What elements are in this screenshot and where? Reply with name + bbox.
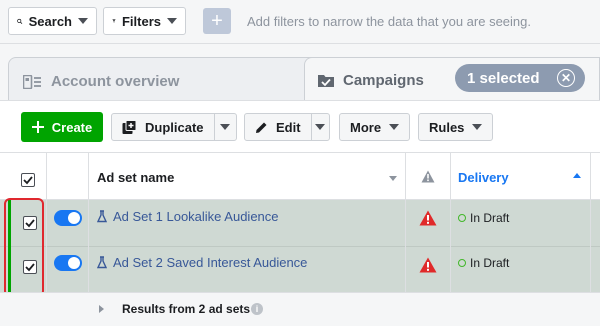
chevron-down-icon (220, 124, 231, 130)
table-row[interactable]: Ad Set 2 Saved Interest Audience In Draf… (0, 247, 600, 293)
tab-account-overview[interactable]: Account overview (8, 57, 326, 105)
column-divider (450, 152, 451, 292)
chevron-down-icon (472, 124, 483, 130)
expand-caret-icon[interactable] (99, 305, 104, 313)
search-icon (17, 18, 23, 24)
checkmark-icon (23, 176, 33, 185)
chevron-down-icon (389, 124, 400, 130)
folder-check-icon (318, 75, 334, 87)
pencil-icon (256, 122, 267, 133)
results-summary-row: Results from 2 ad sets i (0, 292, 600, 326)
info-icon[interactable]: i (251, 303, 263, 315)
column-ad-set-name[interactable]: Ad set name (97, 170, 174, 185)
duplicate-icon (122, 119, 137, 134)
chevron-down-icon (167, 18, 177, 24)
search-label: Search (28, 13, 72, 29)
delivery-status-label: In Draft (470, 256, 510, 270)
duplicate-label: Duplicate (145, 119, 204, 135)
results-label: Results from 2 ad sets (122, 302, 251, 316)
filters-label: Filters (121, 13, 161, 29)
flask-icon (97, 210, 107, 223)
rules-label: Rules (429, 119, 465, 135)
delivery-status: In Draft (458, 211, 509, 225)
chevron-down-icon (315, 124, 326, 130)
warning-icon (421, 170, 435, 183)
account-overview-icon (23, 74, 41, 89)
sort-caret-icon[interactable] (389, 176, 397, 181)
edit-dropdown[interactable] (310, 114, 329, 140)
close-icon[interactable]: ✕ (557, 69, 575, 87)
funnel-icon (112, 19, 116, 23)
more-button[interactable]: More (339, 113, 410, 141)
delivery-status-label: In Draft (470, 211, 510, 225)
column-divider (46, 152, 47, 292)
status-dot-icon (458, 214, 466, 222)
checkbox-highlight-annotation (4, 198, 44, 297)
rules-main[interactable]: Rules (419, 114, 492, 140)
plus-icon (31, 121, 44, 133)
table-row[interactable]: Ad Set 1 Lookalike Audience In Draft (0, 200, 600, 246)
chevron-down-icon (78, 18, 88, 24)
column-divider (405, 152, 406, 292)
on-off-toggle[interactable] (54, 210, 82, 226)
on-off-toggle[interactable] (54, 255, 82, 271)
more-main[interactable]: More (340, 114, 409, 140)
table-header: Ad set name Delivery (0, 152, 600, 200)
rules-button[interactable]: Rules (418, 113, 493, 141)
add-filter-button[interactable]: + (203, 8, 231, 34)
edit-label: Edit (276, 119, 301, 135)
flask-icon (97, 256, 107, 269)
duplicate-main[interactable]: Duplicate (112, 114, 214, 140)
ad-set-link[interactable]: Ad Set 1 Lookalike Audience (97, 209, 279, 224)
ad-set-name: Ad Set 1 Lookalike Audience (113, 209, 279, 224)
column-divider (590, 152, 591, 292)
create-label: Create (51, 119, 93, 135)
filters-button[interactable]: Filters (103, 7, 186, 35)
tab-account-overview-label: Account overview (51, 73, 180, 90)
ad-set-name: Ad Set 2 Saved Interest Audience (113, 255, 308, 270)
more-label: More (350, 119, 382, 135)
delivery-status: In Draft (458, 256, 509, 270)
error-warning-icon[interactable] (419, 210, 437, 226)
create-button[interactable]: Create (21, 112, 103, 142)
actions-toolbar: Create Duplicate Edit More Rules (0, 100, 600, 152)
selection-count: 1 selected (467, 69, 540, 87)
tab-campaigns-label: Campaigns (343, 72, 424, 89)
sort-ascending-icon[interactable] (573, 173, 581, 178)
status-dot-icon (458, 259, 466, 267)
search-button[interactable]: Search (8, 7, 97, 35)
edit-button[interactable]: Edit (244, 113, 330, 141)
error-warning-icon[interactable] (419, 257, 437, 273)
duplicate-dropdown[interactable] (213, 114, 236, 140)
plus-icon: + (211, 9, 223, 32)
select-all-checkbox[interactable] (21, 173, 35, 187)
filter-bar: Search Filters + Add filters to narrow t… (0, 0, 600, 44)
duplicate-button[interactable]: Duplicate (111, 113, 237, 141)
filter-hint[interactable]: Add filters to narrow the data that you … (247, 14, 531, 29)
ad-set-link[interactable]: Ad Set 2 Saved Interest Audience (97, 255, 307, 270)
selection-pill[interactable]: 1 selected ✕ (455, 64, 585, 92)
column-delivery[interactable]: Delivery (458, 170, 509, 185)
edit-main[interactable]: Edit (245, 114, 311, 140)
